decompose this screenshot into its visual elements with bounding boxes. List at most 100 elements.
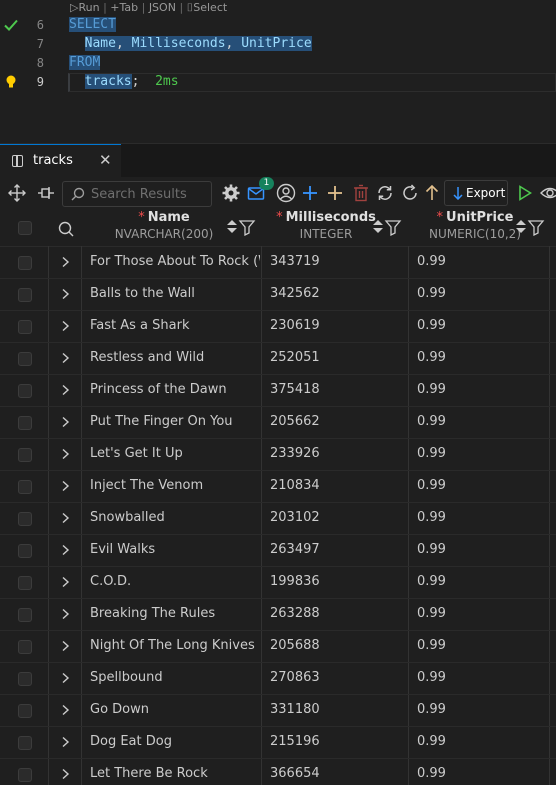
table-row[interactable]: Breaking The Rules 263288 0.99 <box>0 599 556 631</box>
chevron-right-icon[interactable] <box>59 543 71 561</box>
row-checkbox[interactable] <box>18 512 32 526</box>
column-header-milliseconds[interactable]: * Milliseconds INTEGER <box>262 210 410 246</box>
row-checkbox[interactable] <box>18 320 32 334</box>
cell-unitprice[interactable]: 0.99 <box>417 766 547 781</box>
lightbulb-icon[interactable] <box>3 74 19 90</box>
table-row[interactable]: Spellbound 270863 0.99 <box>0 663 556 695</box>
cell-milliseconds[interactable]: 343719 <box>270 254 400 269</box>
add-row-icon[interactable] <box>324 178 346 208</box>
cell-name[interactable]: Restless and Wild <box>90 350 260 365</box>
run-codelens[interactable]: ▷Run <box>70 1 100 14</box>
table-row[interactable]: For Those About To Rock (We Salute You) 3… <box>0 247 556 279</box>
delete-icon[interactable] <box>350 178 372 208</box>
row-checkbox[interactable] <box>18 544 32 558</box>
row-checkbox[interactable] <box>18 288 32 302</box>
column-header-unitprice[interactable]: * UnitPrice NUMERIC(10,2) <box>410 210 556 246</box>
cell-milliseconds[interactable]: 199836 <box>270 574 400 589</box>
cell-unitprice[interactable]: 0.99 <box>417 734 547 749</box>
chevron-right-icon[interactable] <box>59 735 71 753</box>
tab-tracks[interactable]: tracks ✕ <box>0 144 121 178</box>
cell-milliseconds[interactable]: 331180 <box>270 702 400 717</box>
chevron-right-icon[interactable] <box>59 287 71 305</box>
close-icon[interactable]: ✕ <box>99 151 112 169</box>
cell-name[interactable]: Go Down <box>90 702 260 717</box>
cell-milliseconds[interactable]: 205662 <box>270 414 400 429</box>
chevron-right-icon[interactable] <box>59 703 71 721</box>
add-icon[interactable] <box>299 178 321 208</box>
cell-unitprice[interactable]: 0.99 <box>417 318 547 333</box>
cell-milliseconds[interactable]: 366654 <box>270 766 400 781</box>
cell-milliseconds[interactable]: 263288 <box>270 606 400 621</box>
search-icon[interactable] <box>58 221 74 241</box>
cell-milliseconds[interactable]: 263497 <box>270 542 400 557</box>
cell-name[interactable]: Dog Eat Dog <box>90 734 260 749</box>
table-row[interactable]: Inject The Venom 210834 0.99 <box>0 471 556 503</box>
sort-filter-icon[interactable] <box>515 218 545 240</box>
cell-milliseconds[interactable]: 203102 <box>270 510 400 525</box>
code-line[interactable]: 8 FROM <box>0 54 556 73</box>
sql-editor[interactable]: ▷Run | +Tab | JSON | ⌷Select 6 SELECT 7 Na… <box>0 0 556 143</box>
table-row[interactable]: Fast As a Shark 230619 0.99 <box>0 311 556 343</box>
cell-name[interactable]: Fast As a Shark <box>90 318 260 333</box>
chevron-right-icon[interactable] <box>59 607 71 625</box>
cell-name[interactable]: Let There Be Rock <box>90 766 260 781</box>
cell-milliseconds[interactable]: 252051 <box>270 350 400 365</box>
chevron-right-icon[interactable] <box>59 383 71 401</box>
settings-icon[interactable] <box>220 178 242 208</box>
table-row[interactable]: C.O.D. 199836 0.99 <box>0 567 556 599</box>
table-row[interactable]: Balls to the Wall 342562 0.99 <box>0 279 556 311</box>
cell-name[interactable]: Inject The Venom <box>90 478 260 493</box>
cell-unitprice[interactable]: 0.99 <box>417 574 547 589</box>
eye-icon[interactable] <box>539 178 556 208</box>
chevron-right-icon[interactable] <box>59 511 71 529</box>
row-checkbox[interactable] <box>18 480 32 494</box>
chevron-right-icon[interactable] <box>59 447 71 465</box>
chevron-right-icon[interactable] <box>59 575 71 593</box>
cell-name[interactable]: Princess of the Dawn <box>90 382 260 397</box>
search-input[interactable] <box>91 185 203 203</box>
row-checkbox[interactable] <box>18 608 32 622</box>
chevron-right-icon[interactable] <box>59 479 71 497</box>
code-line[interactable]: 6 SELECT <box>0 16 556 35</box>
row-checkbox[interactable] <box>18 768 32 782</box>
cell-unitprice[interactable]: 0.99 <box>417 382 547 397</box>
cell-milliseconds[interactable]: 210834 <box>270 478 400 493</box>
cell-unitprice[interactable]: 0.99 <box>417 446 547 461</box>
tab-codelens[interactable]: +Tab <box>110 1 138 14</box>
table-row[interactable]: Let There Be Rock 366654 0.99 <box>0 759 556 785</box>
chevron-right-icon[interactable] <box>59 415 71 433</box>
cell-unitprice[interactable]: 0.99 <box>417 286 547 301</box>
code-line[interactable]: 9 tracks; 2ms <box>0 73 556 92</box>
cell-name[interactable]: Balls to the Wall <box>90 286 260 301</box>
chevron-right-icon[interactable] <box>59 351 71 369</box>
sync-icon[interactable] <box>374 178 396 208</box>
cell-name[interactable]: Breaking The Rules <box>90 606 260 621</box>
cell-milliseconds[interactable]: 342562 <box>270 286 400 301</box>
table-row[interactable]: Night Of The Long Knives 205688 0.99 <box>0 631 556 663</box>
table-row[interactable]: Snowballed 203102 0.99 <box>0 503 556 535</box>
user-icon[interactable] <box>275 178 297 208</box>
sort-up-icon[interactable] <box>422 178 442 208</box>
cell-name[interactable]: Put The Finger On You <box>90 414 260 429</box>
row-checkbox[interactable] <box>18 416 32 430</box>
select-all-checkbox[interactable] <box>18 221 32 235</box>
cell-milliseconds[interactable]: 230619 <box>270 318 400 333</box>
cell-unitprice[interactable]: 0.99 <box>417 510 547 525</box>
cell-unitprice[interactable]: 0.99 <box>417 638 547 653</box>
cell-milliseconds[interactable]: 233926 <box>270 446 400 461</box>
cell-unitprice[interactable]: 0.99 <box>417 670 547 685</box>
pin-icon[interactable] <box>36 178 56 208</box>
chevron-right-icon[interactable] <box>59 767 71 785</box>
cell-name[interactable]: Evil Walks <box>90 542 260 557</box>
cell-name[interactable]: Spellbound <box>90 670 260 685</box>
sort-filter-icon[interactable] <box>372 218 402 240</box>
move-icon[interactable] <box>6 178 28 208</box>
cell-name[interactable]: C.O.D. <box>90 574 260 589</box>
row-checkbox[interactable] <box>18 384 32 398</box>
cell-name[interactable]: Snowballed <box>90 510 260 525</box>
row-checkbox[interactable] <box>18 640 32 654</box>
table-row[interactable]: Go Down 331180 0.99 <box>0 695 556 727</box>
column-header-name[interactable]: * Name NVARCHAR(200) <box>82 210 262 246</box>
cell-name[interactable]: Night Of The Long Knives <box>90 638 260 653</box>
cell-unitprice[interactable]: 0.99 <box>417 478 547 493</box>
